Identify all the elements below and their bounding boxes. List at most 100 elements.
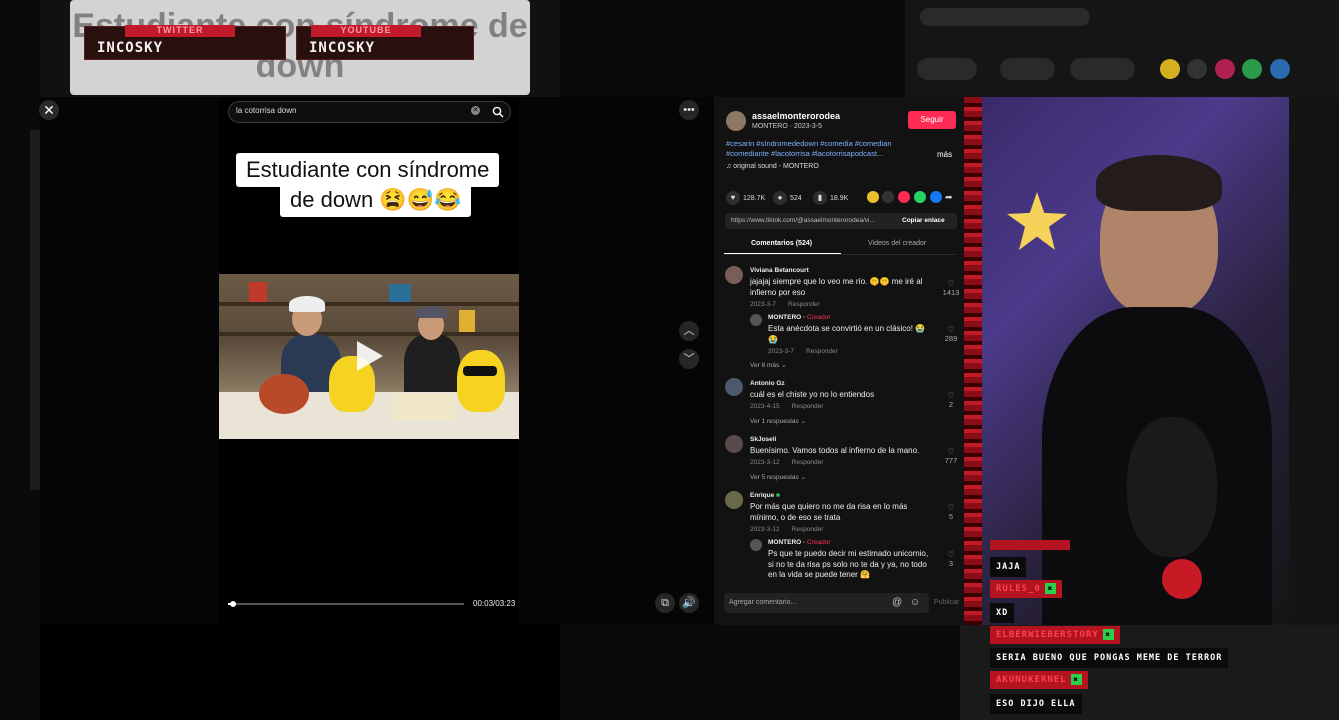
clear-search-icon[interactable]: ✕ — [471, 106, 480, 115]
streamer-hair — [1096, 155, 1222, 211]
mod-badge-icon: ✖ — [1044, 583, 1056, 594]
comment-author[interactable]: Enrique ■ — [750, 492, 780, 499]
author-username[interactable]: assaelmonterorodea — [752, 111, 840, 121]
background-bottom — [40, 625, 560, 720]
comment-like[interactable]: ♡ 777 — [940, 447, 962, 465]
copy-link-button[interactable]: Copiar enlace — [902, 217, 945, 224]
progress-bar[interactable] — [228, 603, 464, 605]
volume-button[interactable]: 🔊 — [679, 593, 699, 613]
facebook-icon[interactable] — [930, 191, 942, 203]
comment-like[interactable]: ♡ 2 — [940, 391, 962, 409]
like-stat[interactable]: ♥ 128.7K — [726, 191, 765, 205]
social-banner-twitter: TWITTER INCOSKY — [84, 25, 286, 60]
more-options-button[interactable]: ••• — [679, 100, 699, 120]
chat-username: RULES_0 ✖ — [990, 580, 1062, 598]
mod-badge-icon: ✖ — [1070, 674, 1082, 685]
comment-text: Esta anécdota se convirtió en un clásico… — [768, 324, 926, 344]
close-button[interactable]: ✕ — [39, 100, 59, 120]
floating-player-button[interactable]: ⧉ — [655, 593, 675, 613]
heart-icon: ♡ — [947, 503, 955, 512]
volume-icon: 🔊 — [682, 597, 696, 609]
comment-like[interactable]: ♡ 3 — [940, 550, 962, 568]
link-text: https://www.tiktok.com/@assaelmonterorod… — [731, 217, 875, 224]
comment-like[interactable]: ♡ 1413 — [940, 279, 962, 297]
previous-video-button[interactable]: ︿ — [679, 321, 699, 341]
comment-meta: 2023-3-7 Responder — [750, 301, 820, 308]
post-hashtags[interactable]: #cesarin #síndromededown #comedia #comed… — [726, 139, 916, 159]
embed-icon[interactable] — [882, 191, 894, 203]
comment-author[interactable]: MONTERO · Creador — [768, 539, 831, 546]
chat-message: SERIA BUENO QUE PONGAS MEME DE TERROR — [990, 648, 1229, 668]
time-display: 00:03/03:23 — [473, 599, 516, 608]
search-icon[interactable] — [492, 105, 504, 123]
chat-username: ELBERWIEBERSTORY ✖ — [990, 626, 1120, 644]
comment-author[interactable]: Viviana Betancourt — [750, 267, 809, 274]
tab-creator-videos[interactable]: Videos del creador — [868, 240, 926, 247]
comment-text: jajajaj siempre que lo veo me río. 🤫🤫 me… — [750, 277, 923, 297]
view-more-replies[interactable]: Ver 1 respuestas ⌄ — [750, 417, 806, 425]
close-icon: ✕ — [43, 102, 55, 118]
avatar[interactable] — [725, 266, 743, 284]
left-edge — [30, 130, 40, 490]
chevron-up-icon: ︿ — [683, 325, 695, 337]
more-link[interactable]: más — [937, 150, 952, 159]
search-query-text: la cotorrisa down — [236, 106, 297, 115]
pip-icon: ⧉ — [661, 597, 669, 609]
sound-info[interactable]: ♫ original sound - MONTERO — [726, 163, 819, 170]
verified-icon: ■ — [776, 492, 780, 499]
comment-placeholder: Agregar comentario... — [729, 599, 797, 606]
webcam-border — [964, 97, 982, 625]
comment-text: Por más que quiero no me da risa en lo m… — [750, 502, 908, 522]
comment-text: cuál es el chiste yo no lo entiendos — [750, 390, 875, 399]
chevron-down-icon: ﹀ — [683, 353, 695, 365]
emoji-share-icon[interactable] — [867, 191, 879, 203]
chat-message: ESO DIJO ELLA — [990, 694, 1082, 714]
author-meta: MONTERO · 2023-3-5 — [752, 123, 823, 130]
next-video-button[interactable]: ﹀ — [679, 349, 699, 369]
comment-text: Buenísimo. Vamos todos al infierno de la… — [750, 446, 920, 455]
avatar[interactable] — [725, 435, 743, 453]
heart-icon: ♡ — [947, 447, 955, 456]
background-browser-top — [905, 0, 1339, 97]
avatar[interactable] — [750, 539, 762, 551]
view-more-replies[interactable]: Ver 8 más ⌄ — [750, 361, 787, 369]
publish-button[interactable]: Publicar — [934, 599, 959, 606]
more-icon: ••• — [683, 104, 695, 116]
avatar[interactable] — [725, 491, 743, 509]
mention-icon[interactable]: @ — [892, 597, 902, 608]
avatar[interactable] — [750, 314, 762, 326]
emoji-icon[interactable]: ☺ — [910, 597, 920, 608]
share-arrow-icon[interactable]: ➦ — [945, 191, 957, 203]
send-icon[interactable] — [898, 191, 910, 203]
comment-author[interactable]: MONTERO · Creador — [768, 314, 831, 321]
comment-meta: 2023-3-7 Responder — [768, 348, 838, 355]
bookmark-icon: ▮ — [813, 191, 827, 205]
video-caption-line2: de down 😫😅😂 — [280, 183, 472, 217]
comment-like[interactable]: ♡ 5 — [940, 503, 962, 521]
social-banner-youtube: YOUTUBE INCOSKY — [296, 25, 474, 60]
comment-stat[interactable]: ● 524 — [773, 191, 802, 205]
progress-handle[interactable] — [229, 601, 236, 607]
comment-meta: 2023-3-12 Responder — [750, 526, 824, 533]
comment-like[interactable]: ♡ 289 — [940, 325, 962, 343]
avatar[interactable] — [726, 111, 746, 131]
chat-message: XD — [990, 603, 1015, 623]
tab-divider — [724, 254, 957, 255]
avatar[interactable] — [725, 378, 743, 396]
whatsapp-icon[interactable] — [914, 191, 926, 203]
mic-arm-accent — [1162, 559, 1202, 599]
comment-icon: ● — [773, 191, 787, 205]
star-lamp — [1007, 192, 1067, 250]
comment-author[interactable]: SkJoseli — [750, 436, 776, 443]
comment-meta: 2023-4-15 Responder — [750, 403, 824, 410]
tab-comments[interactable]: Comentarios (524) — [751, 240, 812, 247]
save-stat[interactable]: ▮ 18.9K — [813, 191, 848, 205]
play-icon[interactable] — [357, 341, 383, 371]
view-more-replies[interactable]: Ver 5 respuestas ⌄ — [750, 473, 806, 481]
heart-icon: ♥ — [726, 191, 740, 205]
follow-button[interactable]: Seguir — [908, 111, 956, 129]
comment-author[interactable]: Antonio Gz — [750, 380, 785, 387]
comment-text: Ps que te puedo decir mi estimado unicor… — [768, 549, 929, 579]
heart-icon: ♡ — [947, 550, 955, 559]
microphone — [1127, 417, 1217, 557]
